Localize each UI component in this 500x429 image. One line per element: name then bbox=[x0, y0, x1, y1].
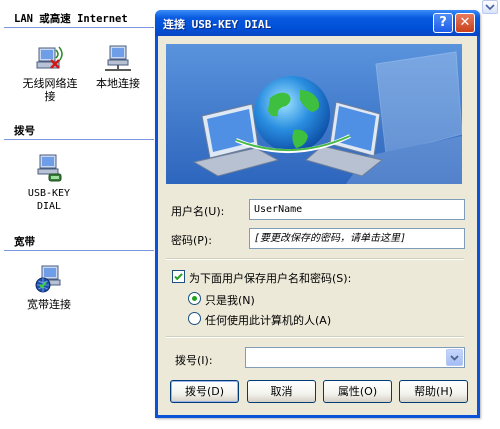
dial-number-label: 拨号(I): bbox=[175, 354, 213, 367]
radio-me-only-label: 只是我(N) bbox=[205, 294, 255, 307]
dialog-title: 连接 USB-KEY DIAL bbox=[163, 18, 272, 31]
dialog-client-area: 用户名(U): UserName 密码(P): [要更改保存的密码，请单击这里]… bbox=[158, 36, 477, 415]
help-title-button[interactable]: ? bbox=[433, 13, 453, 33]
close-icon: ✕ bbox=[459, 15, 471, 30]
usbkey-dial-label-line2: DIAL bbox=[36, 201, 62, 212]
network-connections-pane: LAN 或高速 Internet 无线网络连接 本地连接 拨号 USB-KEY … bbox=[0, 0, 155, 429]
separator bbox=[166, 336, 464, 338]
combobox-dropdown-button[interactable] bbox=[446, 349, 463, 366]
chevron-down-icon bbox=[450, 355, 459, 361]
local-connection-label: 本地连接 bbox=[96, 77, 140, 90]
wireless-connection[interactable]: 无线网络连接 bbox=[14, 42, 86, 103]
properties-button-label: 属性(O) bbox=[337, 385, 378, 398]
help-button[interactable]: 帮助(H) bbox=[399, 380, 468, 403]
checkmark-icon bbox=[174, 273, 183, 281]
help-button-label: 帮助(H) bbox=[414, 385, 453, 398]
separator bbox=[166, 258, 464, 260]
group-header-broadband: 宽带 bbox=[4, 235, 154, 251]
group-header-dialup-label: 拨号 bbox=[14, 125, 35, 137]
password-placeholder: [要更改保存的密码，请单击这里] bbox=[254, 233, 407, 244]
broadband-connection-icon bbox=[35, 265, 61, 293]
radio-selected-dot bbox=[192, 296, 197, 301]
chevron-down-icon bbox=[485, 4, 495, 11]
radio-me-only[interactable] bbox=[188, 292, 201, 305]
group-header-dialup: 拨号 bbox=[4, 124, 154, 140]
cancel-button-label: 取消 bbox=[270, 385, 293, 398]
dialup-connection-icon bbox=[37, 154, 62, 182]
username-value: UserName bbox=[254, 204, 303, 215]
help-icon: ? bbox=[439, 15, 447, 30]
network-globe-laptops-illustration bbox=[166, 44, 462, 184]
close-title-button[interactable]: ✕ bbox=[455, 13, 475, 33]
username-label: 用户名(U): bbox=[171, 205, 225, 218]
expand-chevron-button[interactable] bbox=[482, 0, 498, 14]
usbkey-dial-connection[interactable]: USB-KEY DIAL bbox=[14, 152, 84, 213]
radio-anyone[interactable] bbox=[188, 312, 201, 325]
save-credentials-label: 为下面用户保存用户名和密码(S): bbox=[189, 272, 352, 285]
group-header-broadband-label: 宽带 bbox=[14, 236, 35, 248]
password-label: 密码(P): bbox=[171, 234, 212, 247]
dial-number-combobox[interactable] bbox=[245, 347, 465, 368]
wireless-connection-icon bbox=[36, 46, 63, 69]
cancel-button[interactable]: 取消 bbox=[247, 380, 316, 403]
broadband-connection[interactable]: 宽带连接 bbox=[14, 263, 84, 311]
local-connection-icon bbox=[105, 45, 131, 71]
usbkey-dial-label-line1: USB-KEY bbox=[27, 188, 71, 199]
save-credentials-checkbox[interactable] bbox=[172, 270, 185, 283]
broadband-connection-label: 宽带连接 bbox=[27, 298, 71, 311]
group-header-lan: LAN 或高速 Internet bbox=[4, 12, 154, 28]
local-connection[interactable]: 本地连接 bbox=[90, 42, 146, 90]
properties-button[interactable]: 属性(O) bbox=[323, 380, 392, 403]
dial-button-label: 拨号(D) bbox=[184, 385, 225, 398]
username-input[interactable]: UserName bbox=[249, 199, 465, 220]
dial-button[interactable]: 拨号(D) bbox=[170, 380, 239, 403]
wireless-connection-label: 无线网络连接 bbox=[22, 77, 78, 103]
password-input[interactable]: [要更改保存的密码，请单击这里] bbox=[249, 228, 465, 249]
radio-anyone-label: 任何使用此计算机的人(A) bbox=[205, 314, 332, 327]
group-header-lan-label: LAN 或高速 Internet bbox=[14, 13, 128, 25]
dialog-titlebar[interactable]: 连接 USB-KEY DIAL ? ✕ bbox=[155, 10, 480, 36]
connect-dialog: 连接 USB-KEY DIAL ? ✕ 用户名(U): UserName 密码(… bbox=[155, 10, 480, 418]
